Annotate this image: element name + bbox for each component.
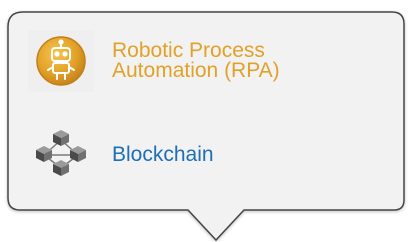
block-bottom <box>53 160 69 176</box>
menu-popover-stage: Robotic Process Automation (RPA) Blockch… <box>0 0 409 242</box>
robot-icon <box>36 36 86 86</box>
blockchain-icon <box>36 130 86 176</box>
robot-icon-box <box>28 30 94 92</box>
menu-item-rpa[interactable]: Robotic Process Automation (RPA) <box>28 30 358 92</box>
menu-item-label: Robotic Process Automation (RPA) <box>112 39 280 82</box>
menu-item-label: Blockchain <box>112 143 214 166</box>
blockchain-icon-box <box>28 124 94 186</box>
menu-item-blockchain[interactable]: Blockchain <box>28 124 358 186</box>
block-top <box>53 130 69 146</box>
